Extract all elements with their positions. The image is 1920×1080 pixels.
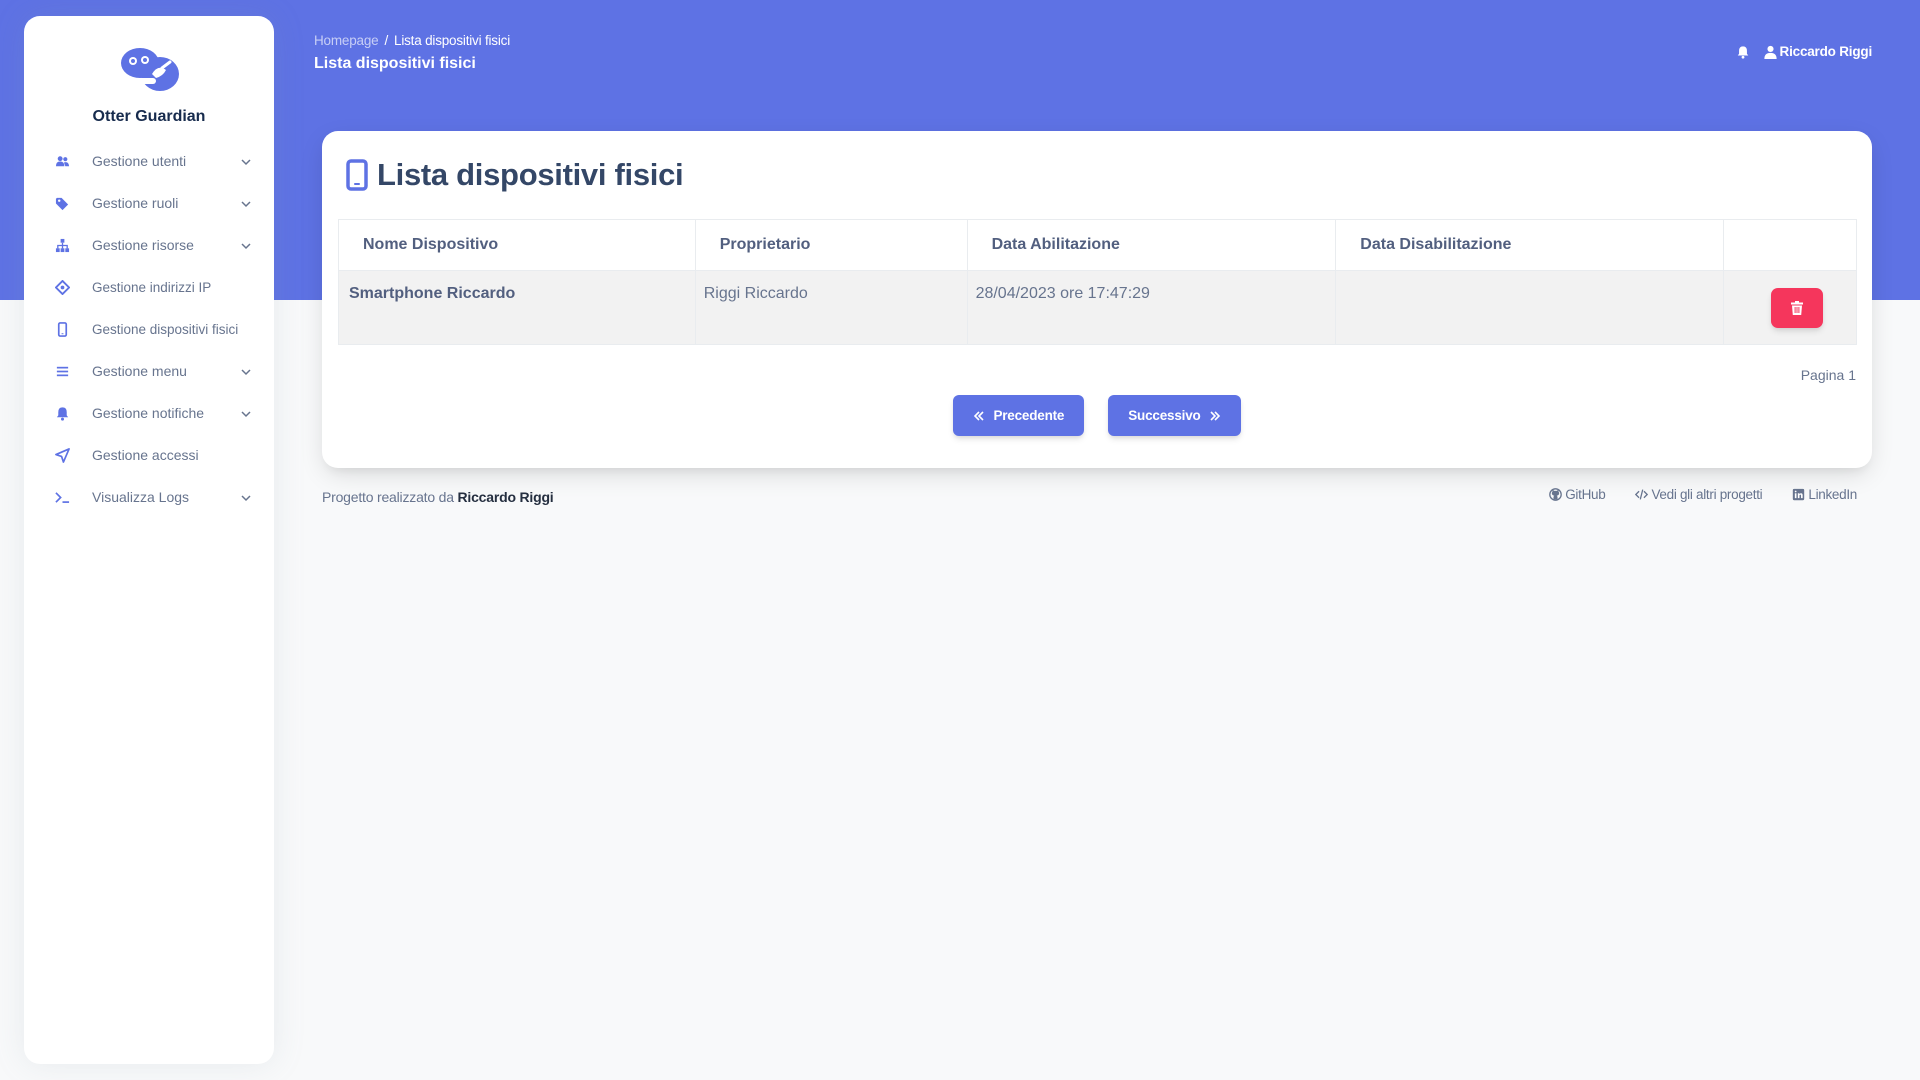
chevron-down-icon <box>240 491 252 503</box>
footer-credit-prefix: Progetto realizzato da <box>322 489 454 505</box>
sidebar-item-visualizza-logs[interactable]: Visualizza Logs <box>24 476 274 518</box>
linkedin-icon <box>1793 488 1805 501</box>
cell-actions <box>1723 270 1857 345</box>
sidebar-item-label: Gestione risorse <box>92 237 194 253</box>
sidebar-item-label: Gestione dispositivi fisici <box>92 321 239 337</box>
pagination: Precedente Successivo <box>322 395 1872 436</box>
chevron-down-icon <box>240 407 252 419</box>
card-title: Lista dispositivi fisici <box>346 157 684 193</box>
table-row: Smartphone Riccardo Riggi Riccardo 28/04… <box>338 270 1857 345</box>
sitemap-icon <box>54 237 70 253</box>
sidebar-item-gestione-risorse[interactable]: Gestione risorse <box>24 224 274 266</box>
previous-page-label: Precedente <box>993 408 1065 423</box>
code-icon <box>1635 489 1649 500</box>
devices-card: Lista dispositivi fisici Nome Dispositiv… <box>322 131 1872 468</box>
sidebar-item-label: Gestione utenti <box>92 153 187 169</box>
double-chevron-right-icon <box>1209 410 1220 421</box>
brand[interactable]: Otter Guardian <box>24 16 274 126</box>
tags-icon <box>54 195 70 211</box>
sidebar-item-gestione-utenti[interactable]: Gestione utenti <box>24 140 274 182</box>
sidebar-item-gestione-menu[interactable]: Gestione menu <box>24 350 274 392</box>
trash-icon <box>1791 300 1804 315</box>
delete-button[interactable] <box>1771 287 1824 328</box>
column-header-nome-dispositivo[interactable]: Nome Dispositivo <box>338 219 696 271</box>
column-header-data-abilitazione[interactable]: Data Abilitazione <box>966 219 1337 271</box>
column-header-proprietario[interactable]: Proprietario <box>694 219 968 271</box>
linkedin-link-label: LinkedIn <box>1808 487 1857 502</box>
user-name-link[interactable]: Riccardo Riggi <box>1780 44 1873 59</box>
chevron-down-icon <box>240 197 252 209</box>
sidebar-item-gestione-indirizzi-ip[interactable]: Gestione indirizzi IP <box>24 266 274 308</box>
column-header-actions <box>1723 219 1857 271</box>
sidebar-item-gestione-notifiche[interactable]: Gestione notifiche <box>24 392 274 434</box>
sidebar-item-label: Gestione accessi <box>92 447 199 463</box>
devices-table: Nome Dispositivo Proprietario Data Abili… <box>338 219 1857 345</box>
brand-name: Otter Guardian <box>92 108 206 125</box>
user-icon <box>1763 45 1777 59</box>
breadcrumb-home-link[interactable]: Homepage <box>314 33 379 48</box>
previous-page-button[interactable]: Precedente <box>953 395 1085 436</box>
sidebar: Otter Guardian Gestione utenti Gestione … <box>24 16 274 1064</box>
network-icon <box>54 279 70 295</box>
breadcrumb-separator: / <box>384 33 389 48</box>
double-chevron-left-icon <box>974 410 985 421</box>
table-header-row: Nome Dispositivo Proprietario Data Abili… <box>338 219 1857 271</box>
mobile-icon <box>346 159 368 191</box>
chevron-down-icon <box>240 155 252 167</box>
cell-data-disabilitazione <box>1335 270 1725 345</box>
bell-icon <box>54 405 70 421</box>
terminal-icon <box>54 489 70 505</box>
sidebar-item-label: Gestione menu <box>92 363 187 379</box>
page-indicator: Pagina 1 <box>1800 367 1856 383</box>
sidebar-nav: Gestione utenti Gestione ruoli Gestione … <box>24 140 274 518</box>
breadcrumb: Homepage / Lista dispositivi fisici <box>314 33 510 48</box>
cell-data-abilitazione: 28/04/2023 ore 17:47:29 <box>967 270 1337 345</box>
card-title-text: Lista dispositivi fisici <box>377 157 684 192</box>
page-title: Lista dispositivi fisici <box>314 55 476 72</box>
github-link[interactable]: GitHub <box>1549 487 1606 502</box>
footer-author-link[interactable]: Riccardo Riggi <box>458 489 554 505</box>
other-projects-link-label: Vedi gli altri progetti <box>1651 487 1763 502</box>
footer-links: GitHub Vedi gli altri progetti LinkedIn <box>1549 487 1857 502</box>
next-page-button[interactable]: Successivo <box>1108 395 1241 436</box>
cell-proprietario: Riggi Riccardo <box>695 270 968 345</box>
column-header-data-disabilitazione[interactable]: Data Disabilitazione <box>1335 219 1725 271</box>
sidebar-item-label: Gestione ruoli <box>92 195 179 211</box>
cell-nome-dispositivo: Smartphone Riccardo <box>338 270 696 345</box>
sidebar-item-gestione-accessi[interactable]: Gestione accessi <box>24 434 274 476</box>
menu-icon <box>54 363 70 379</box>
send-icon <box>54 447 70 463</box>
sidebar-item-label: Gestione indirizzi IP <box>92 279 212 295</box>
other-projects-link[interactable]: Vedi gli altri progetti <box>1635 487 1763 502</box>
sidebar-item-label: Gestione notifiche <box>92 405 205 421</box>
otter-logo-icon <box>121 48 179 91</box>
chevron-down-icon <box>240 239 252 251</box>
users-icon <box>54 153 70 169</box>
next-page-label: Successivo <box>1128 408 1201 423</box>
notifications-bell-icon[interactable] <box>1736 45 1750 59</box>
github-link-label: GitHub <box>1565 487 1606 502</box>
header-actions: Riccardo Riggi <box>1736 44 1872 59</box>
mobile-icon <box>54 321 70 337</box>
sidebar-item-gestione-dispositivi-fisici[interactable]: Gestione dispositivi fisici <box>24 308 274 350</box>
github-icon <box>1549 488 1563 501</box>
linkedin-link[interactable]: LinkedIn <box>1792 487 1857 502</box>
chevron-down-icon <box>240 365 252 377</box>
sidebar-item-gestione-ruoli[interactable]: Gestione ruoli <box>24 182 274 224</box>
footer-credit: Progetto realizzato da Riccardo Riggi <box>322 489 554 505</box>
sidebar-item-label: Visualizza Logs <box>92 489 190 505</box>
breadcrumb-current: Lista dispositivi fisici <box>394 33 511 48</box>
